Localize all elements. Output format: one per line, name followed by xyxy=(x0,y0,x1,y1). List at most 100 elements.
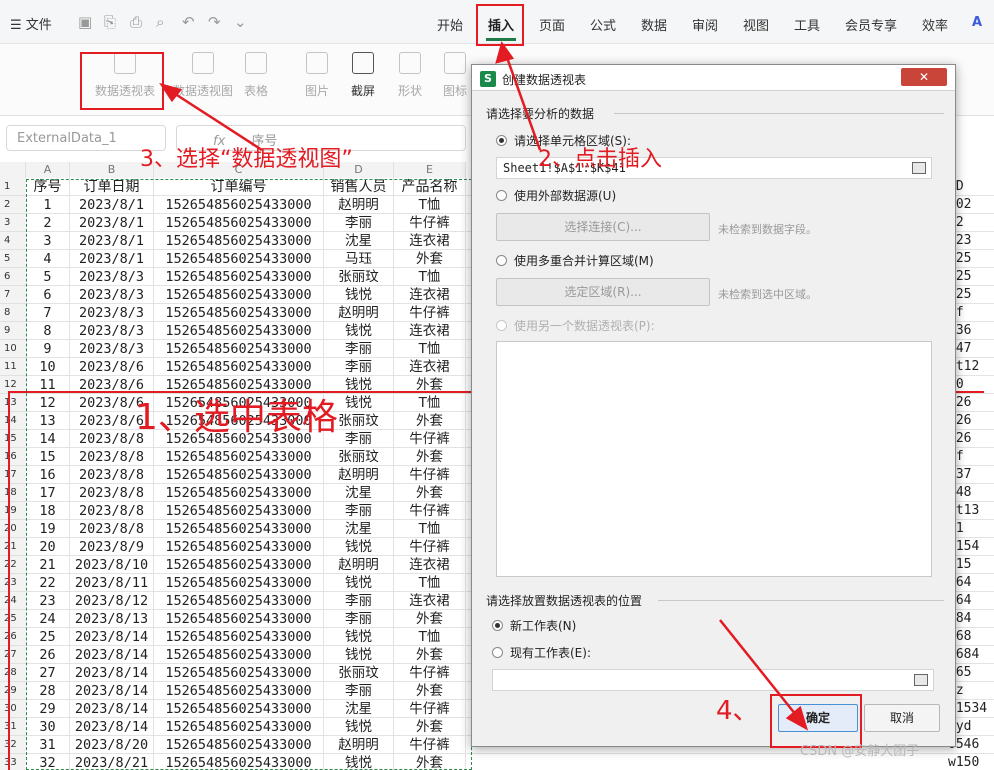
table-cell[interactable]: 牛仔裤 xyxy=(394,304,466,322)
radio-external-source[interactable] xyxy=(496,190,507,201)
table-cell[interactable]: 李丽 xyxy=(324,340,394,358)
col-header-e[interactable]: E xyxy=(394,162,466,178)
table-cell[interactable]: 2023/8/3 xyxy=(70,304,154,322)
table-cell[interactable]: 2023/8/3 xyxy=(70,268,154,286)
row-header[interactable]: 2 xyxy=(0,196,26,214)
file-menu[interactable]: ☰ 文件 xyxy=(10,14,52,33)
print-icon[interactable]: ⎙ xyxy=(130,13,142,31)
table-cell[interactable]: 李丽 xyxy=(324,214,394,232)
radio-existing-sheet[interactable] xyxy=(492,647,503,658)
table-cell[interactable]: 1 xyxy=(26,196,70,214)
picture-button[interactable]: 图片 xyxy=(299,52,335,99)
tab-page[interactable]: 页面 xyxy=(539,15,565,34)
table-cell[interactable]: 钱悦 xyxy=(324,286,394,304)
table-cell[interactable]: T恤 xyxy=(394,196,466,214)
table-cell[interactable]: 152654856025433000 xyxy=(154,358,324,376)
table-cell[interactable]: 2023/8/1 xyxy=(70,214,154,232)
screenshot-button[interactable]: 截屏 xyxy=(345,52,381,99)
row-header[interactable]: 8 xyxy=(0,304,26,322)
tab-view[interactable]: 视图 xyxy=(743,15,769,34)
row-header[interactable]: 3 xyxy=(0,214,26,232)
range-picker-icon[interactable] xyxy=(912,162,926,174)
table-cell[interactable]: 152654856025433000 xyxy=(154,304,324,322)
pivot-chart-button[interactable]: 数据透视图 xyxy=(172,52,234,99)
tab-efficiency[interactable]: 效率 xyxy=(922,15,948,34)
table-cell[interactable]: 9 xyxy=(26,340,70,358)
table-cell[interactable]: 2023/8/3 xyxy=(70,322,154,340)
table-cell[interactable]: 赵明明 xyxy=(324,304,394,322)
table-cell[interactable]: 赵明明 xyxy=(324,196,394,214)
header-cell[interactable]: 销售人员 xyxy=(324,178,394,196)
shape-button[interactable]: 形状 xyxy=(392,52,428,99)
ai-icon[interactable]: A xyxy=(972,15,982,30)
export-icon[interactable]: ⎘ xyxy=(104,13,116,31)
table-cell[interactable]: T恤 xyxy=(394,268,466,286)
header-cell[interactable]: 产品名称 xyxy=(394,178,466,196)
icons-button[interactable]: 图标 xyxy=(441,52,469,99)
tab-member[interactable]: 会员专享 xyxy=(845,15,897,34)
select-area-button[interactable]: 选定区域(R)... xyxy=(496,278,710,306)
table-cell[interactable]: 152654856025433000 xyxy=(154,322,324,340)
table-cell[interactable]: 李丽 xyxy=(324,358,394,376)
select-all-corner[interactable] xyxy=(0,162,26,178)
table-cell[interactable]: 2023/8/3 xyxy=(70,340,154,358)
header-cell[interactable]: 订单日期 xyxy=(70,178,154,196)
table-cell[interactable]: 152654856025433000 xyxy=(154,250,324,268)
header-cell[interactable]: 订单编号 xyxy=(154,178,324,196)
tab-tools[interactable]: 工具 xyxy=(794,15,820,34)
table-cell[interactable]: 连衣裙 xyxy=(394,286,466,304)
table-cell[interactable]: 7 xyxy=(26,304,70,322)
table-cell[interactable]: 152654856025433000 xyxy=(154,340,324,358)
save-icon[interactable]: ▣ xyxy=(78,13,92,31)
table-cell[interactable]: 8 xyxy=(26,322,70,340)
table-cell[interactable]: 2023/8/6 xyxy=(70,358,154,376)
table-button[interactable]: 表格 xyxy=(241,52,271,99)
table-cell[interactable]: 4 xyxy=(26,250,70,268)
table-cell[interactable]: 连衣裙 xyxy=(394,358,466,376)
redo-icon[interactable]: ↷ xyxy=(208,13,221,31)
row-header[interactable]: 7 xyxy=(0,286,26,304)
row-header[interactable]: 5 xyxy=(0,250,26,268)
print-preview-icon[interactable]: ⌕ xyxy=(156,13,164,31)
table-cell[interactable]: 钱悦 xyxy=(324,322,394,340)
chevron-down-icon[interactable]: ⌄ xyxy=(234,13,247,31)
radio-cell-range[interactable] xyxy=(496,135,507,146)
table-cell[interactable]: 2023/8/1 xyxy=(70,196,154,214)
table-cell[interactable]: 6 xyxy=(26,286,70,304)
row-header[interactable]: 10 xyxy=(0,340,26,358)
row-header[interactable]: 11 xyxy=(0,358,26,376)
existing-picker-icon[interactable] xyxy=(914,674,928,686)
table-cell[interactable]: 3 xyxy=(26,232,70,250)
table-cell[interactable]: 2 xyxy=(26,214,70,232)
tab-data[interactable]: 数据 xyxy=(641,15,667,34)
row-header[interactable]: 4 xyxy=(0,232,26,250)
table-cell[interactable]: 连衣裙 xyxy=(394,322,466,340)
table-cell[interactable]: 马珏 xyxy=(324,250,394,268)
table-cell[interactable]: 10 xyxy=(26,358,70,376)
header-cell[interactable]: 序号 xyxy=(26,178,70,196)
row-header[interactable]: 9 xyxy=(0,322,26,340)
radio-new-sheet[interactable] xyxy=(492,620,503,631)
table-cell[interactable]: 张丽玟 xyxy=(324,268,394,286)
table-cell[interactable]: 牛仔裤 xyxy=(394,214,466,232)
radio-multi-range[interactable] xyxy=(496,255,507,266)
cancel-button[interactable]: 取消 xyxy=(864,704,940,732)
table-cell[interactable]: 2023/8/3 xyxy=(70,286,154,304)
tab-home[interactable]: 开始 xyxy=(437,15,463,34)
tab-formula[interactable]: 公式 xyxy=(590,15,616,34)
table-cell[interactable]: 沈星 xyxy=(324,232,394,250)
table-cell[interactable]: 152654856025433000 xyxy=(154,268,324,286)
col-header-a[interactable]: A xyxy=(26,162,70,178)
table-cell[interactable]: 外套 xyxy=(394,250,466,268)
table-cell[interactable]: 152654856025433000 xyxy=(154,286,324,304)
table-cell[interactable]: 连衣裙 xyxy=(394,232,466,250)
row-header[interactable]: 1 xyxy=(0,178,26,196)
table-cell[interactable]: 5 xyxy=(26,268,70,286)
select-connection-button[interactable]: 选择连接(C)... xyxy=(496,213,710,241)
table-cell[interactable]: 2023/8/1 xyxy=(70,250,154,268)
table-cell[interactable]: T恤 xyxy=(394,340,466,358)
table-cell[interactable]: 2023/8/1 xyxy=(70,232,154,250)
tab-review[interactable]: 审阅 xyxy=(692,15,718,34)
close-button[interactable]: ✕ xyxy=(901,68,947,86)
undo-icon[interactable]: ↶ xyxy=(182,13,195,31)
